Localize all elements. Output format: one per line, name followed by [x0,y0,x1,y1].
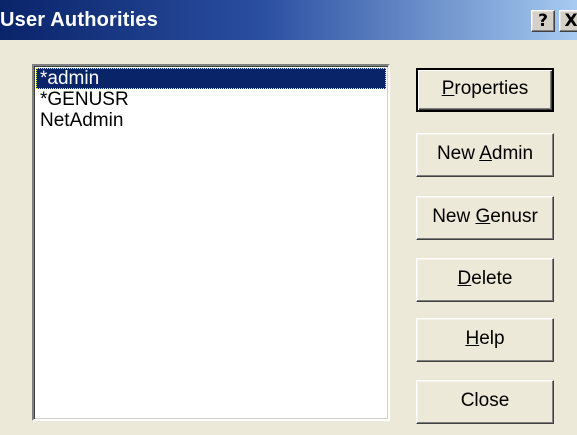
help-icon[interactable]: ? [531,10,555,32]
close-button-label: Close [460,390,510,411]
close-icon[interactable]: X [559,10,577,32]
list-item-genusr[interactable]: *GENUSR [36,89,386,110]
delete-button[interactable]: Delete [416,258,554,302]
delete-button-label: Delete [457,268,513,289]
new-admin-button[interactable]: New Admin [416,133,554,177]
new-genusr-button[interactable]: New Genusr [416,196,554,240]
help-button[interactable]: Help [416,318,554,362]
title-bar[interactable]: User Authorities ? X [0,0,577,40]
user-authorities-dialog: User Authorities ? X *admin *GENUSR NetA… [0,0,577,435]
help-button-label: Help [465,328,505,349]
properties-button[interactable]: Properties [416,68,554,112]
window-title: User Authorities [0,9,159,31]
list-item-netadmin[interactable]: NetAdmin [36,110,386,131]
new-genusr-button-label: New Genusr [432,206,538,227]
user-list[interactable]: *admin *GENUSR NetAdmin [32,64,390,421]
properties-button-label: Properties [441,78,529,99]
close-button[interactable]: Close [416,380,554,424]
list-item-admin[interactable]: *admin [36,68,386,89]
new-admin-button-label: New Admin [436,143,534,164]
